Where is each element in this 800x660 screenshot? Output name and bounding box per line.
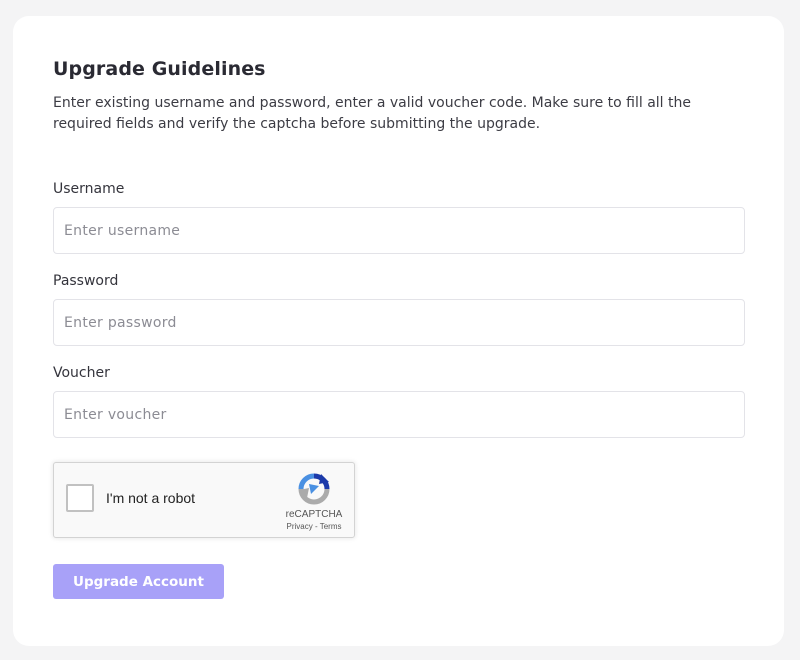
recaptcha-privacy-link[interactable]: Privacy <box>287 522 313 531</box>
upgrade-account-button[interactable]: Upgrade Account <box>53 564 224 599</box>
password-input[interactable] <box>53 299 745 346</box>
voucher-label: Voucher <box>53 365 110 381</box>
recaptcha-widget: I'm not a robot reCAPTCHA Privacy - Term… <box>53 462 355 538</box>
recaptcha-label: I'm not a robot <box>106 490 196 506</box>
recaptcha-links: Privacy - Terms <box>276 522 352 531</box>
upgrade-form-card: Upgrade Guidelines Enter existing userna… <box>13 16 784 646</box>
recaptcha-link-separator: - <box>312 522 320 531</box>
recaptcha-brand: reCAPTCHA <box>285 509 343 520</box>
password-label: Password <box>53 273 119 289</box>
voucher-input[interactable] <box>53 391 745 438</box>
username-label: Username <box>53 181 125 197</box>
recaptcha-logo-icon <box>298 473 330 505</box>
recaptcha-terms-link[interactable]: Terms <box>320 522 342 531</box>
recaptcha-checkbox[interactable] <box>66 484 94 512</box>
form-title: Upgrade Guidelines <box>53 58 266 80</box>
username-input[interactable] <box>53 207 745 254</box>
form-description: Enter existing username and password, en… <box>53 95 691 132</box>
